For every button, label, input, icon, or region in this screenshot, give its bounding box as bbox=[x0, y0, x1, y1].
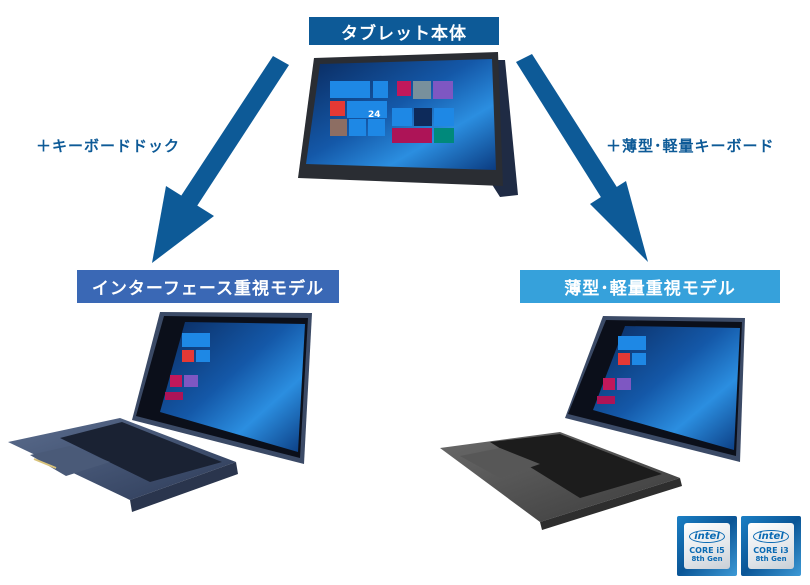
interface-model-label: インターフェース重視モデル bbox=[77, 270, 339, 303]
arrow-right-shaft bbox=[516, 54, 620, 202]
tile-date: 24 bbox=[368, 110, 381, 120]
arrow-to-slim-model bbox=[516, 54, 648, 262]
intel-core-i5-badge: intel CORE i5 8th Gen bbox=[677, 516, 737, 576]
keyboard-dock-addon-label: ＋キーボードドック bbox=[36, 137, 181, 155]
badge-face: intel CORE i5 8th Gen bbox=[684, 523, 730, 569]
badge-generation: 8th Gen bbox=[691, 554, 723, 563]
tablet-image: 24 bbox=[298, 52, 518, 197]
badge-processor: CORE i5 bbox=[689, 545, 725, 555]
arrow-left-shaft bbox=[181, 56, 289, 206]
badge-face: intel CORE i3 8th Gen bbox=[748, 523, 794, 569]
badge-processor: CORE i3 bbox=[753, 545, 789, 555]
slim-model-image bbox=[440, 316, 745, 530]
badge-generation: 8th Gen bbox=[755, 554, 787, 563]
intel-logo-icon: intel bbox=[753, 529, 789, 543]
intel-core-i3-badge: intel CORE i3 8th Gen bbox=[741, 516, 801, 576]
slim-keyboard-addon-label: ＋薄型･軽量キーボード bbox=[606, 137, 775, 155]
arrow-left-head bbox=[152, 186, 214, 263]
arrow-to-interface-model bbox=[152, 56, 289, 263]
intel-logo-icon: intel bbox=[689, 529, 725, 543]
interface-model-image bbox=[8, 312, 312, 512]
tablet-body-label: タブレット本体 bbox=[309, 17, 499, 45]
slim-model-label: 薄型･軽量重視モデル bbox=[520, 270, 780, 303]
